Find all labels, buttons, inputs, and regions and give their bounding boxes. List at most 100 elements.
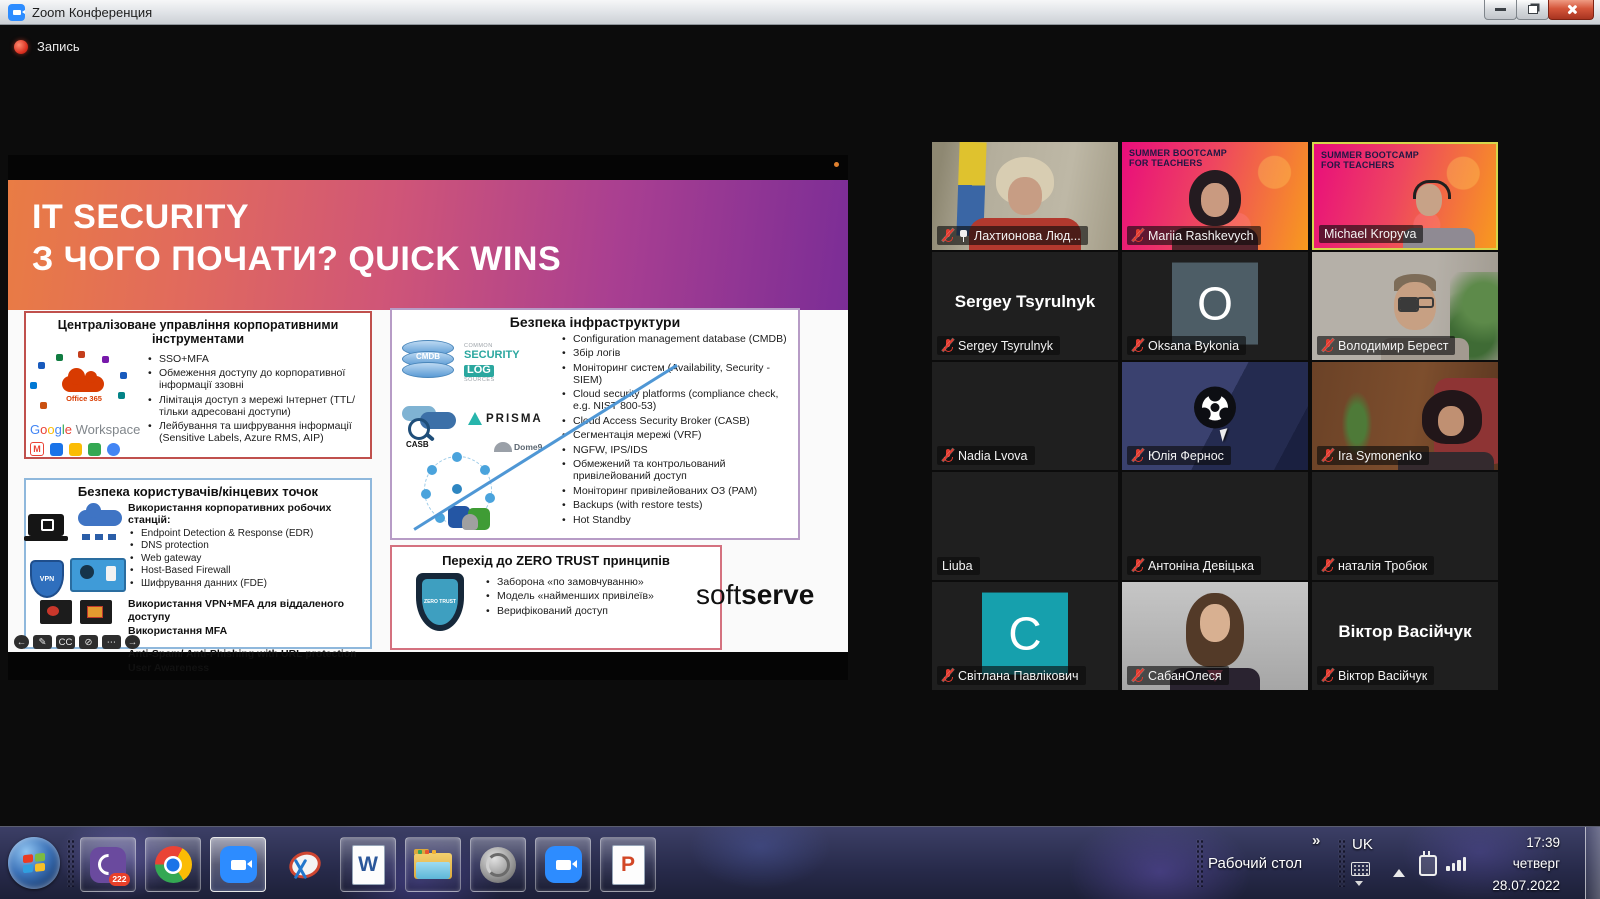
infra-network-bullets: Сегментація мережі (VRF) NGFW, IPS/IDS О…: [560, 429, 794, 497]
box-infra-header: Безпека інфраструктури: [392, 314, 798, 330]
participant-tile-saban[interactable]: СабанОлеся: [1122, 582, 1308, 690]
minimize-button[interactable]: [1484, 0, 1517, 20]
window-title: Zoom Конференция: [32, 5, 152, 20]
taskbar-chrome-button[interactable]: [145, 837, 201, 892]
infra-cloud-bullets: Cloud security platforms (compliance che…: [560, 388, 794, 427]
participant-name-label: Ira Symonenko: [1317, 446, 1429, 465]
taskbar-zoom-button-active[interactable]: [210, 837, 266, 892]
slide-header: IT SECURITY З ЧОГО ПОЧАТИ? QUICK WINS: [8, 180, 848, 310]
cloud-network-icon: [78, 510, 122, 526]
slide-title-line1: IT SECURITY: [32, 197, 848, 239]
box-endpoint-security: Безпека користувачів/кінцевих точок VPN …: [24, 478, 372, 649]
muted-mic-icon: [942, 338, 953, 353]
gmail-icon: M: [30, 442, 44, 456]
box-zero-trust: Перехід до ZERO TRUST принципів ZERO TRU…: [390, 545, 722, 650]
window-titlebar[interactable]: Zoom Конференция: [0, 0, 1600, 25]
participant-tile-svitlana[interactable]: C Світлана Павлікович: [932, 582, 1118, 690]
infra-backup-bullets: Backups (with restore tests) Hot Standby: [560, 499, 794, 526]
taskbar-clock[interactable]: 17:39 четверг 28.07.2022: [1462, 832, 1560, 896]
language-dropdown-icon[interactable]: [1355, 881, 1363, 890]
tray-grip[interactable]: [1338, 839, 1345, 887]
participant-tile-yuliia[interactable]: Юлія Фернос: [1122, 362, 1308, 470]
participant-tile-nataliia[interactable]: наталія Тробюк: [1312, 472, 1498, 580]
muted-mic-icon: [1132, 228, 1143, 243]
language-indicator[interactable]: UK: [1352, 836, 1373, 853]
snipping-tool-icon: [285, 850, 321, 880]
participant-name-label: Liuba: [937, 557, 980, 575]
office365-label: Office 365: [48, 394, 120, 403]
security-log-logo: COMMON SECURITY LOG SOURCES: [464, 344, 550, 384]
presentation-controls: ← ✎ CC ⊘ ⋯ →: [14, 635, 140, 649]
prisma-logo: PRISMA: [468, 412, 543, 425]
google-app-icons: M: [30, 442, 120, 456]
restore-button[interactable]: [1516, 0, 1549, 20]
google-workspace-logo: Google Workspace: [30, 422, 140, 437]
participant-tile-nadia[interactable]: Nadia Lvova: [932, 362, 1118, 470]
box-endpoint-icons: VPN: [26, 502, 128, 634]
muted-mic-icon: [1322, 448, 1333, 463]
box-central-management: Централізоване управління корпоративними…: [24, 311, 372, 459]
show-desktop-button[interactable]: [1585, 827, 1600, 899]
taskbar-zoom2-button[interactable]: [535, 837, 591, 892]
participant-center-name: Віктор Васійчук: [1312, 622, 1498, 642]
participant-tile-antonina[interactable]: Антоніна Девіцька: [1122, 472, 1308, 580]
close-button[interactable]: [1548, 0, 1594, 20]
participant-name-label: СабанОлеся: [1127, 666, 1229, 685]
zoom-icon: [545, 846, 582, 883]
participant-name-label: Oksana Bykonia: [1127, 336, 1246, 355]
participant-name-label: Mariia Rashkevych: [1127, 226, 1261, 245]
taskbar-media-app-button[interactable]: [470, 837, 526, 892]
participant-name-label: Sergey Tsyrulnyk: [937, 336, 1060, 355]
spam-line2: User Awareness: [128, 662, 366, 676]
viber-badge: 222: [109, 873, 130, 886]
taskbar-explorer-button[interactable]: [405, 837, 461, 892]
muted-mic-icon: [1132, 338, 1143, 353]
show-hidden-icons-button[interactable]: [1393, 863, 1405, 877]
avatar-letter: C: [982, 593, 1068, 675]
vpn-shield-icon: VPN: [30, 560, 64, 598]
muted-mic-icon: [1132, 668, 1143, 683]
participant-name-label: Володимир Берест: [1317, 336, 1455, 355]
magnifier-icon: [408, 418, 430, 440]
participant-tile-berest[interactable]: Володимир Берест: [1312, 252, 1498, 360]
windows-logo-icon: [23, 853, 45, 873]
toolbar-overflow-chevron[interactable]: »: [1312, 832, 1320, 849]
participant-tile-mariia[interactable]: SUMMER BOOTCAMPFOR TEACHERS Mariia Rashk…: [1122, 142, 1308, 250]
pen-icon: ✎: [33, 635, 52, 649]
taskbar-snipping-tool-button[interactable]: [275, 837, 331, 892]
participant-name-label: Антоніна Девіцька: [1127, 556, 1261, 575]
keyboard-layout-icon[interactable]: [1351, 862, 1370, 876]
workstation-bullets: Endpoint Detection & Response (EDR) DNS …: [128, 528, 366, 589]
shared-screen-slide: IT SECURITY З ЧОГО ПОЧАТИ? QUICK WINS Це…: [8, 155, 848, 680]
box-central-icons: Office 365 Google Workspace M: [26, 350, 146, 462]
dome-icon: [494, 442, 512, 452]
participant-center-name: Sergey Tsyrulnyk: [932, 292, 1118, 312]
participant-tile-lakhtionova[interactable]: Лахтионова Люд...: [932, 142, 1118, 250]
casb-cloud-icon: CASB: [400, 404, 460, 448]
workstation-subheader: Використання корпоративних робочих станц…: [128, 502, 366, 526]
participant-tile-viktor[interactable]: Віктор Васійчук Віктор Васійчук: [1312, 582, 1498, 690]
taskbar-powerpoint-button[interactable]: P: [600, 837, 656, 892]
participant-tile-ira[interactable]: Ira Symonenko: [1312, 362, 1498, 470]
participant-tile-sergey[interactable]: Sergey Tsyrulnyk Sergey Tsyrulnyk: [932, 252, 1118, 360]
participant-tile-michael-active-speaker[interactable]: SUMMER BOOTCAMPFOR TEACHERS Michael Krop…: [1312, 142, 1498, 250]
taskbar-word-button[interactable]: W: [340, 837, 396, 892]
chrome-icon: [155, 846, 192, 883]
taskbar-viber-button[interactable]: 222: [80, 837, 136, 892]
media-app-icon: [480, 847, 516, 883]
toolbar-grip[interactable]: [1196, 839, 1203, 887]
captions-icon: CC: [56, 635, 75, 649]
slide-corner-dot: [834, 162, 839, 167]
box-central-bullets: SSO+MFA Обмеження доступу до корпоративн…: [146, 350, 370, 462]
taskbar-grip[interactable]: [67, 839, 74, 887]
power-plug-icon[interactable]: [1419, 855, 1437, 876]
obs-logo-icon: [1192, 384, 1238, 435]
participant-tile-oksana[interactable]: O Oksana Bykonia: [1122, 252, 1308, 360]
start-button[interactable]: [8, 837, 60, 889]
zero-trust-shield-icon: ZERO TRUST: [416, 573, 464, 631]
zoom-icon: [220, 846, 257, 883]
cmdb-database-icon: CMDB: [402, 340, 454, 380]
participant-tile-liuba[interactable]: Liuba: [932, 472, 1118, 580]
desktop-toolbar-label[interactable]: Рабочий стол: [1208, 855, 1302, 872]
powerpoint-icon: P: [612, 845, 645, 885]
